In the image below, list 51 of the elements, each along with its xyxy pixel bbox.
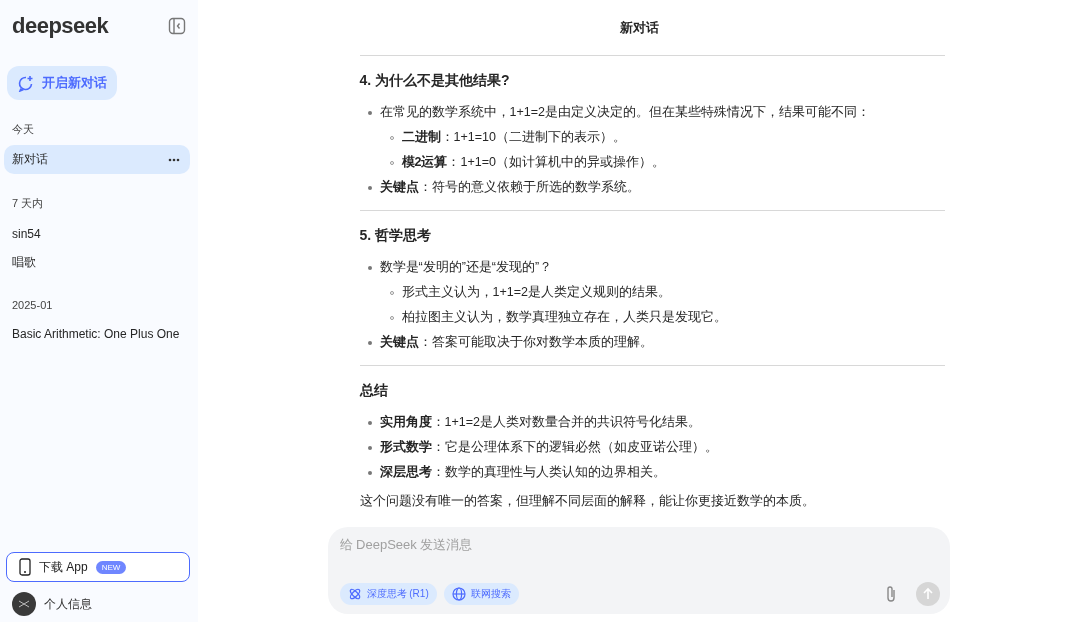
group-heading: 今天 [11,122,35,137]
chat-history-item[interactable]: 唱歌 [4,248,190,277]
closing-paragraph: 这个问题没有唯一的答案，但理解不同层面的解释，能让你更接近数学的本质。 [359,493,816,510]
chat-plus-icon [17,74,34,92]
bullet-icon [367,265,372,270]
chat-title: 新对话 [12,151,48,168]
download-app-button[interactable]: 下载 App NEW [6,552,190,582]
chat-title-heading: 新对话 [619,19,659,37]
group-heading: 2025-01 [11,299,54,313]
globe-icon [451,587,466,601]
chat-history-item[interactable]: sin54 [4,219,190,248]
bullet-text: 关键点：答案可能取决于你对数学本质的理解。 [379,334,653,351]
sidebar-toggle-icon[interactable] [168,17,186,35]
chat-history-item[interactable]: Basic Arithmetic: One Plus One [4,319,190,348]
atom-icon [347,587,362,601]
more-icon[interactable] [168,157,180,162]
bullet-icon [367,340,372,345]
bullet-icon [367,420,372,425]
bullet-text: 形式数学：它是公理体系下的逻辑必然（如皮亚诺公理）。 [379,439,718,456]
section-heading: 4. 为什么不是其他结果? [359,72,511,90]
new-chat-button[interactable]: 开启新对话 [7,66,117,100]
bullet-text: 柏拉图主义认为，数学真理独立存在，人类只是发现它。 [401,309,727,326]
bullet-text: 形式主义认为，1+1=2是人类定义规则的结果。 [401,284,671,301]
new-badge: NEW [95,560,127,574]
group-heading: 7 天内 [11,196,45,211]
bullet-icon [367,110,372,115]
toggle-button[interactable]: 联网搜索 [443,583,519,605]
bullet-text: 实用角度：1+1=2是人类对数量合并的共识符号化结果。 [379,414,701,431]
bullet-text: 深层思考：数学的真理性与人类认知的边界相关。 [379,464,666,481]
section-heading: 总结 [359,382,389,400]
section-heading: 5. 哲学思考 [359,227,433,245]
bullet-icon [367,445,372,450]
bullet-text: 关键点：符号的意义依赖于所选的数学系统。 [379,179,640,196]
bullet-text: 二进制：1+1=10（二进制下的表示）。 [401,129,626,146]
bullet-icon [367,185,372,190]
paperclip-icon[interactable] [884,584,897,604]
phone-icon [19,558,31,576]
profile-label[interactable]: 个人信息 [44,595,92,613]
chat-title: Basic Arithmetic: One Plus One [12,326,180,341]
chat-title: 唱歌 [12,254,36,271]
bullet-icon [367,470,372,475]
bullet-text: 在常见的数学系统中，1+1=2是由定义决定的。但在某些特殊情况下，结果可能不同： [379,104,870,121]
bullet-text: 数学是“发明的”还是“发现的”？ [379,259,553,276]
toggle-button[interactable]: 深度思考 (R1) [339,583,437,605]
message-input[interactable]: 给 DeepSeek 发送消息 [339,537,640,552]
bullet-text: 模2运算：1+1=0（如计算机中的异或操作）。 [401,154,665,171]
avatar[interactable] [12,592,36,616]
download-app-label: 下载 App [39,558,88,576]
chat-title: sin54 [12,226,41,241]
logo: deepseek [12,13,109,39]
chat-history-item[interactable]: 新对话 [4,145,190,174]
